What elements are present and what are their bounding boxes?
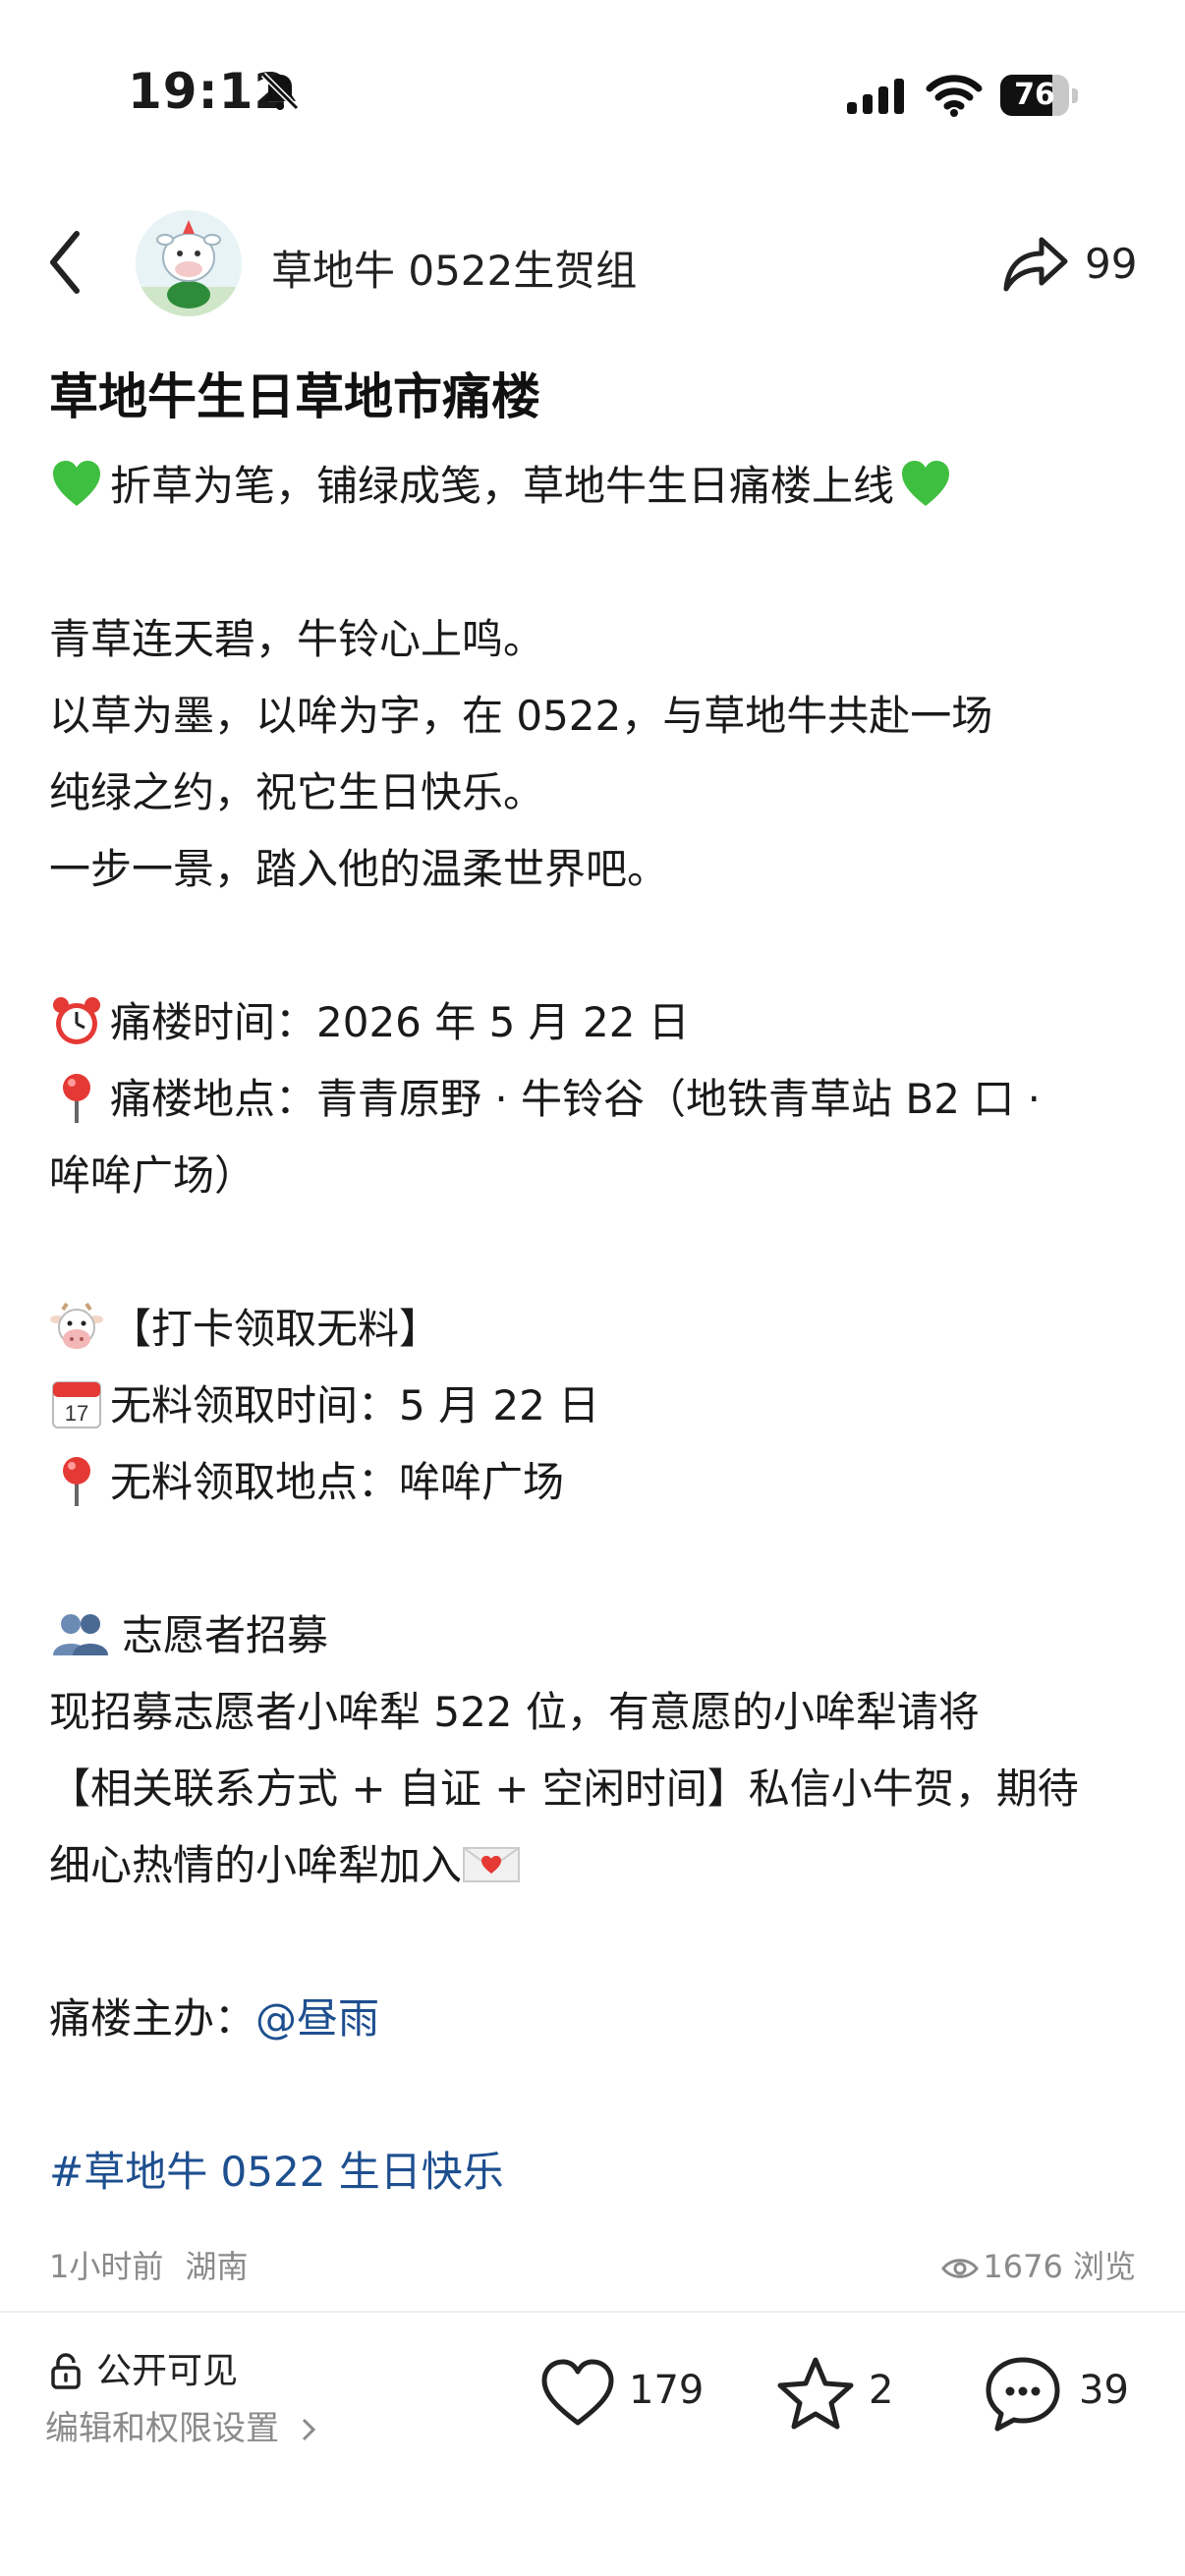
love-letter-icon <box>463 1847 521 1882</box>
body-line: 折草为笔，铺绿成笺，草地牛生日痛楼上线 <box>49 448 1140 525</box>
star-icon <box>777 2357 854 2430</box>
comment-bubble-icon <box>986 2357 1060 2432</box>
chevron-right-icon <box>302 2418 315 2441</box>
favorite-button[interactable]: 2 <box>776 2354 904 2436</box>
organizer-mention-link[interactable]: @昼雨 <box>255 1994 379 2043</box>
body-line: 志愿者招募 <box>49 1597 1140 1674</box>
wifi-icon <box>926 75 983 117</box>
pin-icon <box>63 1074 90 1123</box>
favorite-count: 2 <box>869 2368 894 2413</box>
body-line: 痛楼主办：@昼雨 <box>49 1994 380 2043</box>
edit-permissions-link[interactable]: 编辑和权限设置 <box>45 2401 317 2449</box>
green-heart-icon <box>902 461 950 506</box>
comment-count: 39 <box>1079 2368 1129 2413</box>
author-name[interactable]: 草地牛 0522生贺组 <box>271 238 637 298</box>
body-line: 一步一景，踏入他的温柔世界吧。 <box>49 845 669 893</box>
calendar-icon: 17 <box>52 1381 101 1428</box>
share-icon[interactable] <box>998 228 1071 297</box>
status-bar: 19:12 76 <box>0 0 1185 187</box>
time-ago: 1小时前 <box>49 2248 164 2285</box>
lock-icon <box>51 2353 81 2389</box>
like-button[interactable]: 179 <box>538 2354 704 2436</box>
cow-mascot-image <box>136 210 242 316</box>
share-count[interactable]: 99 <box>1085 240 1137 288</box>
back-arrow-icon[interactable] <box>45 228 85 297</box>
body-line: 【相关联系方式 + 自证 + 空闲时间】私信小牛贺，期待 <box>49 1764 1079 1813</box>
body-line: 无料领取地点：哞哞广场 <box>49 1444 1140 1521</box>
body-line: 【打卡领取无料】 <box>49 1291 1140 1368</box>
green-heart-icon <box>53 461 100 506</box>
hashtag-link[interactable]: #草地牛 0522 生日快乐 <box>49 2148 504 2196</box>
body-line: 17 无料领取时间：5 月 22 日 <box>49 1368 1140 1444</box>
comment-button[interactable]: 39 <box>983 2354 1150 2436</box>
body-line: 青草连天碧，牛铃心上鸣。 <box>49 615 545 663</box>
post-title: 草地牛生日草地市痛楼 <box>49 368 540 425</box>
post-body: 折草为笔，铺绿成笺，草地牛生日痛楼上线 青草连天碧，牛铃心上鸣。 以草为墨，以哞… <box>49 448 1140 2211</box>
svg-text:17: 17 <box>65 1401 88 1426</box>
author-avatar[interactable] <box>136 210 242 316</box>
pin-icon <box>63 1457 90 1506</box>
body-line: 细心热情的小哞犁加入 <box>49 1827 1140 1904</box>
eye-icon <box>941 2259 980 2278</box>
body-line: 痛楼地点：青青原野 · 牛铃谷（地铁青草站 B2 口 · <box>49 1061 1140 1138</box>
body-line: 纯绿之约，祝它生日快乐。 <box>49 768 545 816</box>
body-line: 痛楼时间：2026 年 5 月 22 日 <box>49 984 1140 1061</box>
busts-icon <box>53 1614 108 1655</box>
post-location: 湖南 <box>185 2248 249 2285</box>
divider <box>0 2311 1185 2313</box>
visibility-status: 公开可见 <box>49 2342 238 2393</box>
body-line: #草地牛 0522 生日快乐 <box>49 2134 1140 2211</box>
alarm-clock-icon <box>53 997 100 1044</box>
view-count: 1676 浏览 <box>941 2242 1136 2287</box>
body-line: 以草为墨，以哞为字，在 0522，与草地牛共赴一场 <box>49 692 993 740</box>
heart-icon <box>541 2359 614 2426</box>
body-line: 现招募志愿者小哞犁 522 位，有意愿的小哞犁请将 <box>49 1688 980 1736</box>
battery-percent: 76 <box>1014 78 1055 112</box>
post-meta: 1小时前 湖南 <box>49 2242 249 2287</box>
cellular-signal-icon <box>847 79 904 114</box>
like-count: 179 <box>629 2368 705 2413</box>
cow-face-icon <box>50 1302 103 1349</box>
body-line: 哞哞广场） <box>49 1151 256 1200</box>
bell-muted-icon <box>260 72 300 111</box>
battery-icon: 76 <box>1000 75 1079 118</box>
